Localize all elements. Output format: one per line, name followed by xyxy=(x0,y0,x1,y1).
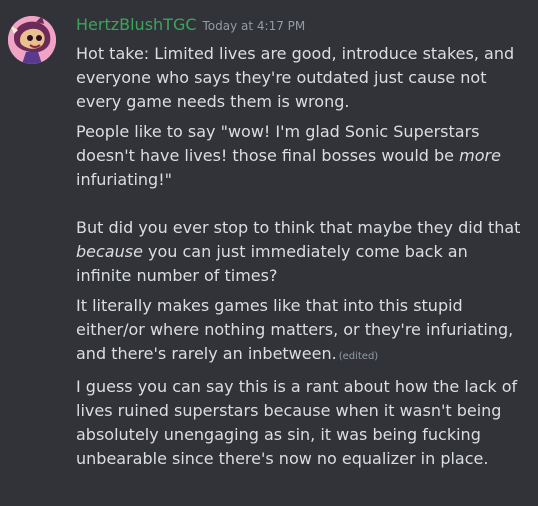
message-paragraph-3: But did you ever stop to think that mayb… xyxy=(76,216,528,288)
text-segment: It literally makes games like that into … xyxy=(76,296,514,363)
chat-message: HertzBlushTGC Today at 4:17 PM Hot take: … xyxy=(0,0,538,506)
message-paragraph-4: It literally makes games like that into … xyxy=(76,294,528,369)
avatar-art xyxy=(8,16,56,64)
timestamp[interactable]: Today at 4:17 PM xyxy=(203,19,306,33)
emphasis-text: more xyxy=(459,146,501,165)
username[interactable]: HertzBlushTGC xyxy=(76,15,197,34)
avatar-icon[interactable] xyxy=(8,16,56,64)
text-segment: infuriating!" xyxy=(76,170,172,189)
message-content: Hot take: Limited lives are good, introd… xyxy=(76,42,528,471)
message-paragraph-2: People like to say "wow! I'm glad Sonic … xyxy=(76,120,528,192)
text-segment: But did you ever stop to think that mayb… xyxy=(76,218,521,237)
message-paragraph-1: Hot take: Limited lives are good, introd… xyxy=(76,44,515,111)
emphasis-text: because xyxy=(76,242,143,261)
edited-indicator: (edited) xyxy=(338,351,379,362)
message-paragraph-5: I guess you can say this is a rant about… xyxy=(76,377,518,468)
text-segment: People like to say "wow! I'm glad Sonic … xyxy=(76,122,480,165)
message-header: HertzBlushTGC Today at 4:17 PM xyxy=(76,14,305,37)
